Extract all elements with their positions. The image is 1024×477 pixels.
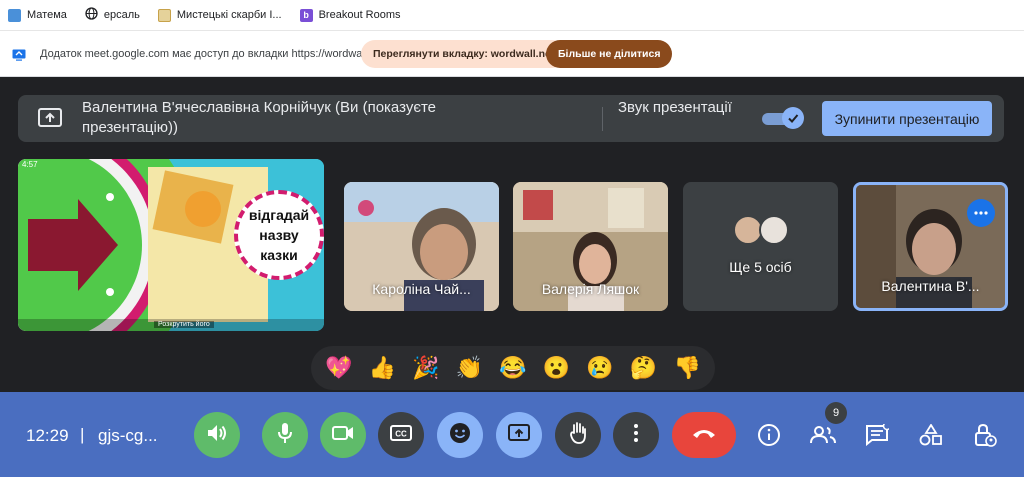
reaction-party-popper[interactable]: 🎉	[409, 351, 443, 385]
stop-presentation-button[interactable]: Зупинити презентацію	[822, 101, 992, 136]
more-options-icon[interactable]	[967, 199, 995, 227]
bookmark-label: Breakout Rooms	[318, 9, 401, 21]
separator: |	[80, 425, 85, 444]
bookmark-label: Матема	[27, 9, 67, 21]
speaker-icon	[206, 423, 228, 448]
host-controls-icon[interactable]	[972, 422, 998, 448]
reaction-thumbs-up[interactable]: 👍	[365, 351, 399, 385]
smiley-icon	[449, 422, 471, 449]
participant-name: Кароліна Чай...	[372, 281, 471, 297]
self-view-tile[interactable]: Валентина В'...	[853, 182, 1008, 311]
reactions-bar: 💖 👍 🎉 👏 😂 😮 😢 🤔 👎	[311, 346, 715, 390]
emoji-reactions-button[interactable]	[437, 412, 483, 458]
more-participants-label: Ще 5 осіб	[729, 259, 792, 275]
stop-sharing-button[interactable]: Більше не ділитися	[546, 40, 673, 68]
people-count-badge: 9	[825, 402, 847, 424]
chat-icon[interactable]	[864, 422, 890, 448]
speaker-button[interactable]	[194, 412, 240, 458]
bookmark-label: Мистецькі скарби І...	[176, 9, 282, 21]
closed-captions-icon: CC	[390, 424, 412, 446]
present-now-button[interactable]	[496, 412, 542, 458]
bookmark-breakout-rooms[interactable]: b Breakout Rooms	[299, 8, 401, 22]
microphone-icon	[277, 422, 293, 449]
present-screen-icon	[38, 107, 62, 129]
slide-title: відгадай назву казки	[248, 207, 310, 263]
participant-tile[interactable]: Кароліна Чай...	[344, 182, 499, 311]
bookmark-matema[interactable]: Матема	[8, 8, 67, 22]
presentation-sound-toggle[interactable]	[762, 107, 804, 129]
check-icon	[782, 107, 804, 129]
more-participants-tile[interactable]: Ще 5 осіб	[683, 182, 838, 311]
meeting-clock: 12:29	[26, 426, 69, 445]
more-options-button[interactable]	[613, 412, 659, 458]
presenting-banner: Валентина В'ячеславівна Корнійчук (Ви (п…	[18, 95, 1004, 142]
view-tab-button[interactable]: Переглянути вкладку: wordwall.net	[361, 40, 567, 68]
camera-button[interactable]	[320, 412, 366, 458]
globe-icon	[85, 7, 98, 23]
tab-sharing-infobar: Додаток meet.google.com має доступ до вк…	[0, 31, 1024, 77]
activities-icon[interactable]	[918, 422, 944, 448]
raise-hand-button[interactable]	[555, 412, 601, 458]
participant-tile[interactable]: Валерія Ляшок	[513, 182, 668, 311]
svg-text:CC: CC	[395, 429, 407, 438]
bookmark-label: ерсаль	[103, 9, 140, 21]
more-vert-icon	[634, 423, 638, 447]
people-icon[interactable]	[810, 422, 836, 448]
reaction-clapping[interactable]: 👏	[452, 351, 486, 385]
divider	[602, 107, 603, 131]
captions-button[interactable]: CC	[378, 412, 424, 458]
participant-name: Валерія Ляшок	[541, 281, 640, 297]
reaction-laughing[interactable]: 😂	[496, 351, 530, 385]
slide-title-bubble: відгадай назву казки	[234, 190, 324, 280]
slide-timer: 4:57	[22, 160, 38, 169]
reaction-crying[interactable]: 😢	[583, 351, 617, 385]
reaction-sparkling-heart[interactable]: 💖	[322, 351, 356, 385]
reaction-surprised[interactable]: 😮	[540, 351, 574, 385]
presenter-name: Валентина В'ячеславівна Корнійчук (Ви (п…	[82, 99, 437, 136]
camera-icon	[332, 425, 354, 446]
reaction-thumbs-down[interactable]: 👎	[670, 351, 704, 385]
avatar-group	[733, 215, 789, 245]
bookmarks-bar: Матема ерсаль Мистецькі скарби І... b Br…	[0, 0, 1024, 31]
hand-icon	[568, 421, 588, 450]
meeting-controls-bar: 12:29 | gjs-cg... CC	[0, 392, 1024, 477]
bookmark-universal[interactable]: ерсаль	[85, 7, 140, 23]
leave-call-button[interactable]	[672, 412, 736, 458]
share-screen-icon	[12, 48, 26, 61]
meeting-code: gjs-cg...	[98, 426, 158, 445]
present-screen-icon	[508, 423, 530, 447]
hang-up-icon	[691, 426, 717, 444]
sharing-message: Додаток meet.google.com має доступ до вк…	[40, 47, 386, 60]
participant-name: Валентина В'...	[881, 278, 980, 294]
slide-caption: Розкрутить його	[154, 321, 214, 328]
avatar	[759, 215, 789, 245]
image-icon	[8, 8, 21, 22]
meeting-details-icon[interactable]	[756, 422, 782, 448]
microphone-button[interactable]	[262, 412, 308, 458]
presentation-sound-label: Звук презентації	[618, 99, 732, 116]
folder-icon	[157, 8, 171, 22]
b-icon: b	[299, 8, 313, 22]
reaction-thinking[interactable]: 🤔	[627, 351, 661, 385]
bookmark-mystetski[interactable]: Мистецькі скарби І...	[157, 8, 282, 22]
